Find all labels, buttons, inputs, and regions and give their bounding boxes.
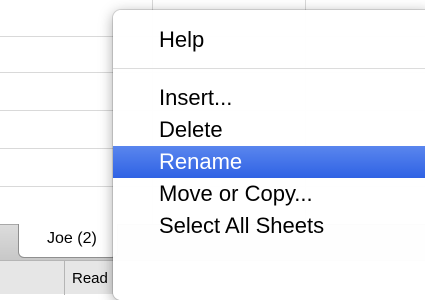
menu-item-label: Rename — [159, 149, 243, 174]
menu-item-select-all-sheets[interactable]: Select All Sheets — [113, 210, 425, 242]
status-divider — [64, 261, 65, 295]
menu-item-label: Delete — [159, 117, 223, 142]
menu-item-help[interactable]: Help — [113, 24, 425, 56]
menu-item-move-or-copy[interactable]: Move or Copy... — [113, 178, 425, 210]
menu-item-rename[interactable]: Rename — [113, 146, 425, 178]
menu-item-label: Help — [159, 27, 205, 52]
menu-item-label: Insert... — [159, 85, 233, 110]
menu-item-label: Move or Copy... — [159, 181, 313, 206]
menu-separator — [113, 68, 425, 69]
menu-item-insert[interactable]: Insert... — [113, 82, 425, 114]
sheet-tab-context-menu: Help Insert... Delete Rename Move or Cop… — [113, 10, 425, 300]
menu-item-label: Select All Sheets — [159, 213, 325, 238]
sheet-tab-label: Joe (2) — [47, 230, 97, 247]
status-text: Read — [72, 270, 108, 287]
menu-item-delete[interactable]: Delete — [113, 114, 425, 146]
sheet-tab-joe-2[interactable]: Joe (2) — [18, 224, 118, 258]
